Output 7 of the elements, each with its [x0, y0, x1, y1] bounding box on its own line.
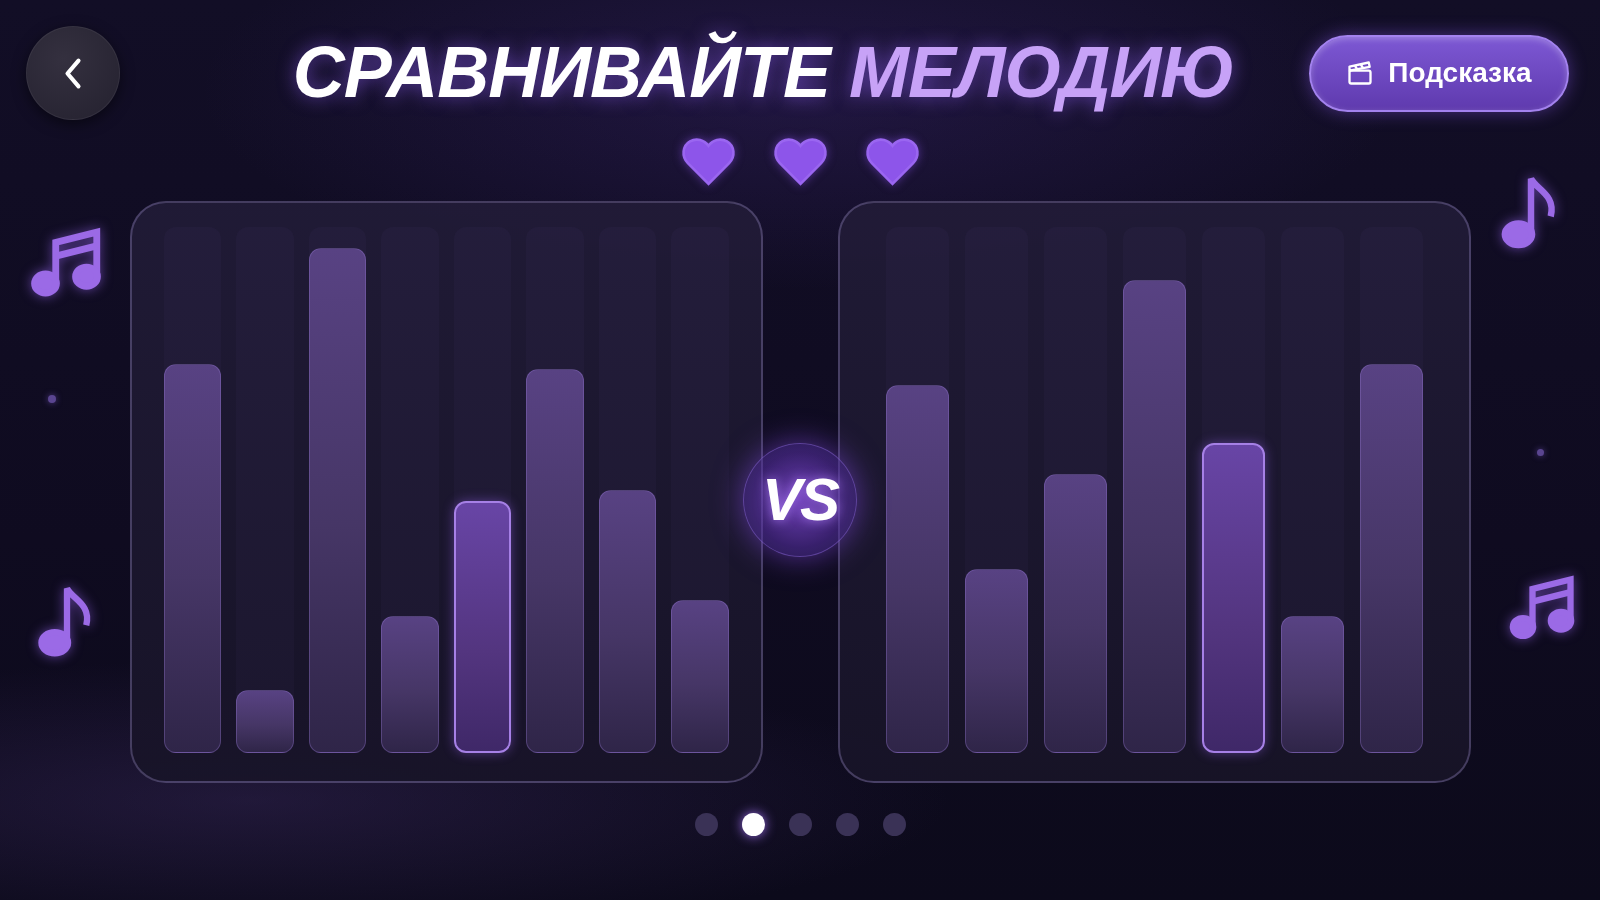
hint-button[interactable]: Подсказка	[1309, 34, 1569, 112]
page-title: СРАВНИВАЙТЕ МЕЛОДИЮ	[291, 30, 1236, 115]
glow-dot-icon	[1537, 449, 1544, 456]
chevron-left-icon	[62, 56, 84, 90]
glow-dot-icon	[48, 395, 56, 403]
versus-emblem: VS	[743, 443, 857, 557]
clapperboard-icon	[1346, 59, 1375, 87]
